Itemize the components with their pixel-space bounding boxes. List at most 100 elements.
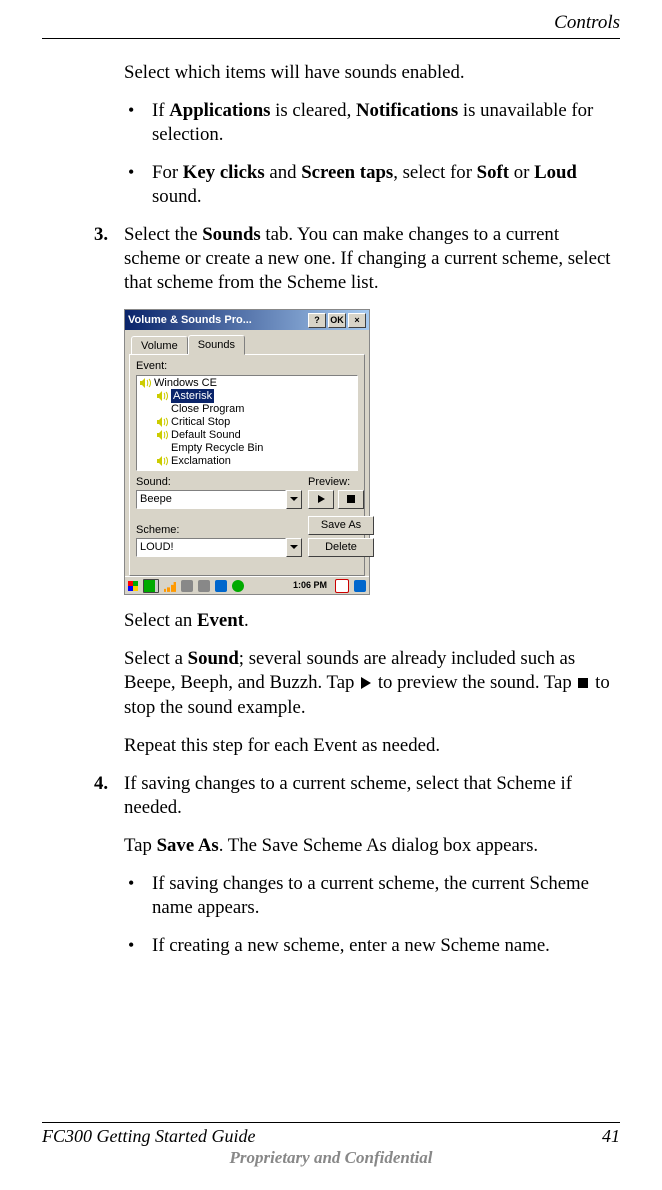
sounds-dialog: Volume & Sounds Pro... ? OK × Volume Sou… bbox=[124, 309, 370, 595]
kw-screentaps: Screen taps bbox=[301, 162, 393, 183]
select-sound-para: Select a Sound; several sounds are alrea… bbox=[124, 647, 620, 719]
t: For bbox=[152, 162, 183, 183]
dialog-titlebar[interactable]: Volume & Sounds Pro... ? OK × bbox=[125, 310, 369, 330]
event-label: Exclamation bbox=[171, 454, 231, 468]
tray-icon[interactable] bbox=[335, 579, 349, 593]
titlebar-buttons: ? OK × bbox=[308, 313, 366, 328]
clock: 1:06 PM bbox=[293, 580, 327, 592]
preview-play-button[interactable] bbox=[308, 490, 334, 509]
t: Tap bbox=[124, 835, 157, 856]
tab-sounds[interactable]: Sounds bbox=[188, 335, 245, 355]
start-button[interactable] bbox=[128, 581, 138, 591]
kw-sounds-tab: Sounds bbox=[202, 224, 260, 245]
footer: FC300 Getting Started Guide 41 Proprieta… bbox=[42, 1122, 620, 1168]
step-3: 3. Select the Sounds tab. You can make c… bbox=[94, 223, 620, 295]
event-label: Empty Recycle Bin bbox=[171, 441, 263, 455]
stop-icon bbox=[347, 495, 355, 503]
bullet-new-scheme: If creating a new scheme, enter a new Sc… bbox=[148, 934, 620, 958]
sound-input[interactable] bbox=[136, 490, 286, 509]
play-icon bbox=[318, 495, 325, 503]
scheme-combo-dropdown[interactable] bbox=[286, 538, 302, 557]
t: If bbox=[152, 100, 169, 121]
step-4-body: If saving changes to a current scheme, s… bbox=[124, 772, 620, 820]
event-row-asterisk[interactable]: Asterisk bbox=[139, 390, 355, 403]
save-as-button[interactable]: Save As bbox=[308, 516, 374, 535]
t: Select the bbox=[124, 224, 202, 245]
footer-row: FC300 Getting Started Guide 41 bbox=[42, 1126, 620, 1147]
kw-applications: Applications bbox=[169, 100, 270, 121]
t: and bbox=[265, 162, 302, 183]
tray-icon[interactable] bbox=[181, 580, 193, 592]
event-label-selected: Asterisk bbox=[171, 389, 214, 403]
preview-stop-button[interactable] bbox=[338, 490, 364, 509]
bluetooth-icon[interactable] bbox=[215, 580, 227, 592]
label-scheme: Scheme: bbox=[136, 523, 302, 537]
event-row-root[interactable]: Windows CE bbox=[139, 377, 355, 390]
kw-loud: Loud bbox=[534, 162, 577, 183]
bullet-keyclicks: For Key clicks and Screen taps, select f… bbox=[148, 161, 620, 209]
t: Select an bbox=[124, 610, 197, 631]
event-row[interactable]: Critical Stop bbox=[139, 416, 355, 429]
event-row[interactable]: Exclamation bbox=[139, 455, 355, 468]
step-3-body: Select the Sounds tab. You can make chan… bbox=[124, 223, 620, 295]
kw-notifications: Notifications bbox=[356, 100, 458, 121]
event-row[interactable]: Empty Recycle Bin bbox=[139, 442, 355, 455]
speaker-icon bbox=[156, 429, 168, 441]
tab-pane-sounds: Event: Windows CE Asterisk Close Program bbox=[129, 354, 365, 576]
tab-strip: Volume Sounds bbox=[125, 330, 369, 354]
repeat-para: Repeat this step for each Event as neede… bbox=[124, 734, 620, 758]
kw-keyclicks: Key clicks bbox=[183, 162, 265, 183]
kw-sound: Sound bbox=[188, 648, 239, 669]
chevron-down-icon bbox=[290, 497, 298, 501]
sound-combo-dropdown[interactable] bbox=[286, 490, 302, 509]
tray-icon[interactable] bbox=[354, 580, 366, 592]
signal-icon[interactable] bbox=[164, 580, 176, 592]
delete-button[interactable]: Delete bbox=[308, 538, 374, 557]
scheme-combo[interactable] bbox=[136, 538, 302, 557]
kw-saveas: Save As bbox=[157, 835, 219, 856]
scheme-col: Scheme: bbox=[136, 523, 302, 557]
label-sound: Sound: bbox=[136, 475, 302, 489]
select-event-para: Select an Event. bbox=[124, 609, 620, 633]
step-num-3: 3. bbox=[94, 223, 124, 295]
stop-icon bbox=[578, 678, 588, 688]
speaker-icon bbox=[156, 416, 168, 428]
tray-icon[interactable] bbox=[198, 580, 210, 592]
speaker-icon bbox=[156, 455, 168, 467]
dialog-title: Volume & Sounds Pro... bbox=[128, 313, 308, 327]
label-preview: Preview: bbox=[308, 475, 364, 489]
bullet-group-2: If saving changes to a current scheme, t… bbox=[124, 872, 620, 958]
kw-soft: Soft bbox=[477, 162, 509, 183]
bullet-current-scheme: If saving changes to a current scheme, t… bbox=[148, 872, 620, 920]
tab-volume[interactable]: Volume bbox=[131, 336, 188, 356]
help-button[interactable]: ? bbox=[308, 313, 326, 328]
taskbar[interactable]: 1:06 PM bbox=[125, 576, 369, 594]
battery-icon[interactable] bbox=[143, 579, 159, 593]
close-button[interactable]: × bbox=[348, 313, 366, 328]
t: is cleared, bbox=[270, 100, 356, 121]
content: Select which items will have sounds enab… bbox=[42, 39, 620, 958]
header-section: Controls bbox=[42, 0, 620, 34]
sound-combo[interactable] bbox=[136, 490, 302, 509]
step-4: 4. If saving changes to a current scheme… bbox=[94, 772, 620, 820]
sound-preview-row: Sound: Preview: bbox=[136, 475, 358, 509]
event-row[interactable]: Default Sound bbox=[139, 429, 355, 442]
t: . The Save Scheme As dialog box appears. bbox=[219, 835, 538, 856]
sound-col: Sound: bbox=[136, 475, 302, 509]
scheme-input[interactable] bbox=[136, 538, 286, 557]
save-as-para: Tap Save As. The Save Scheme As dialog b… bbox=[124, 834, 620, 858]
event-label: Windows CE bbox=[154, 376, 217, 390]
page-number: 41 bbox=[602, 1126, 620, 1147]
t: Select a bbox=[124, 648, 188, 669]
ok-button[interactable]: OK bbox=[328, 313, 346, 328]
event-listbox[interactable]: Windows CE Asterisk Close Program bbox=[136, 375, 358, 471]
scheme-buttons-col: Save As Delete bbox=[308, 513, 374, 557]
kw-event: Event bbox=[197, 610, 244, 631]
event-row[interactable]: Close Program bbox=[139, 403, 355, 416]
t: , select for bbox=[393, 162, 476, 183]
footer-rule bbox=[42, 1122, 620, 1123]
intro-para: Select which items will have sounds enab… bbox=[124, 61, 620, 85]
preview-buttons bbox=[308, 490, 364, 509]
play-icon bbox=[361, 677, 371, 689]
sync-icon[interactable] bbox=[232, 580, 244, 592]
